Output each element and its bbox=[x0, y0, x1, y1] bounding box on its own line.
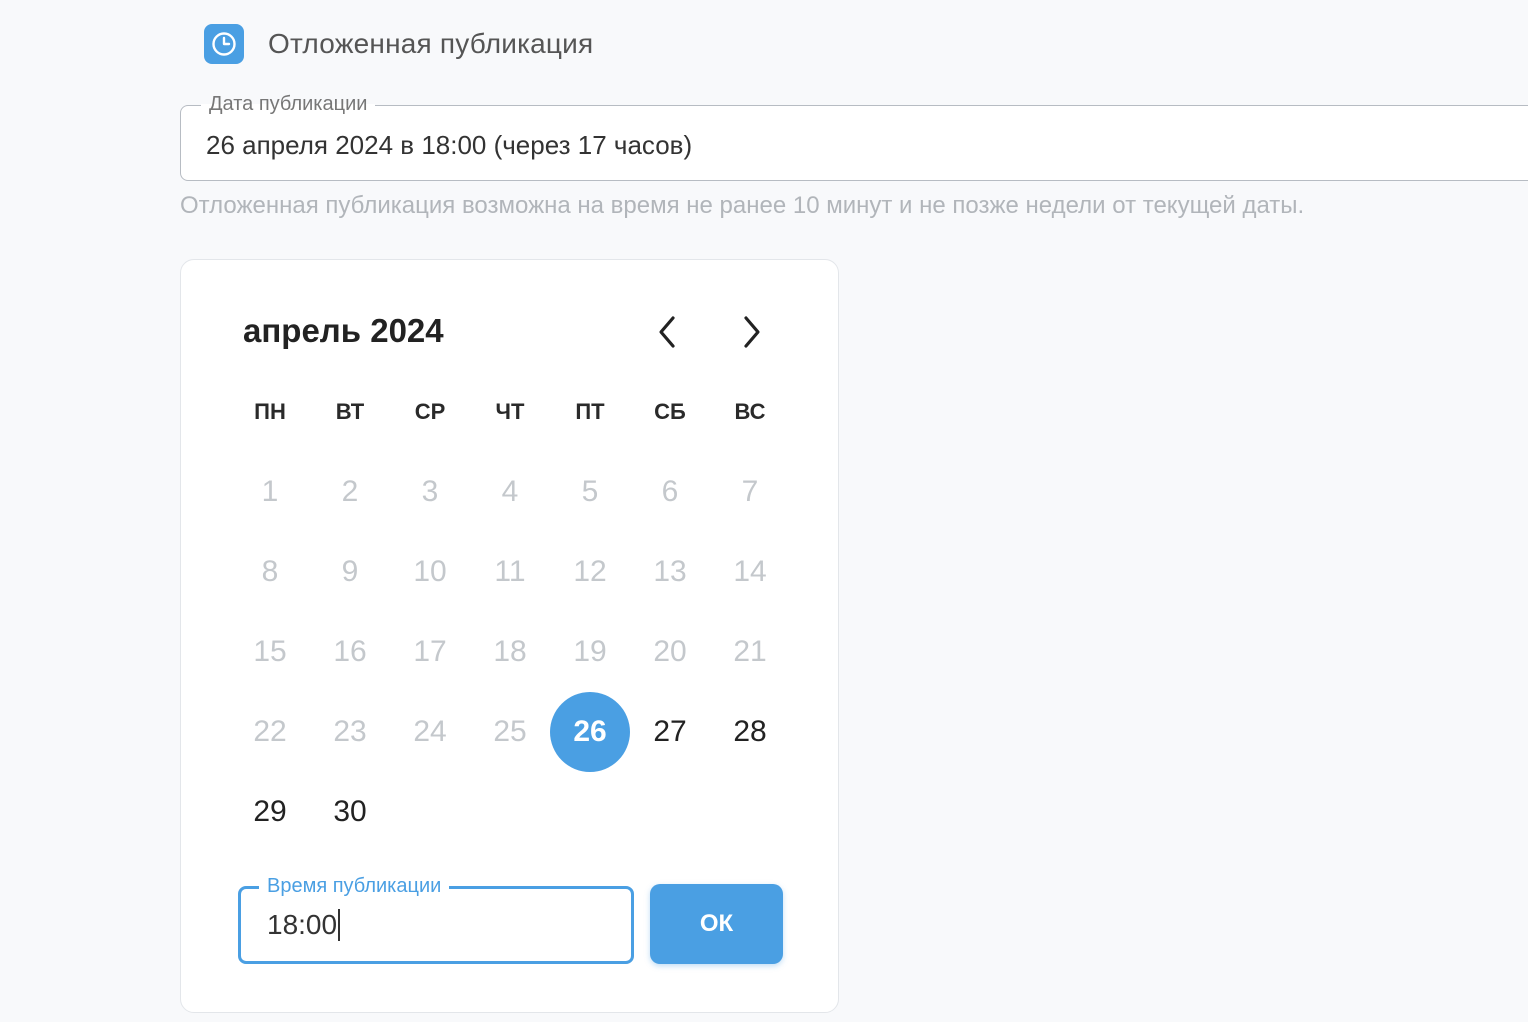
calendar-day-number: 23 bbox=[333, 715, 367, 748]
calendar-day-number: 22 bbox=[253, 715, 287, 748]
calendar-day: 15 bbox=[230, 612, 310, 692]
calendar-day-number: 7 bbox=[741, 475, 759, 508]
calendar-day-number: 20 bbox=[653, 635, 687, 668]
calendar-day-number: 6 bbox=[661, 475, 679, 508]
weekday-label: ВС bbox=[734, 399, 766, 424]
calendar-day-number: 11 bbox=[494, 555, 526, 588]
time-field[interactable]: Время публикации 18:00 bbox=[238, 873, 634, 964]
chevron-left-icon bbox=[659, 316, 675, 348]
calendar-day: 13 bbox=[630, 532, 710, 612]
calendar-day: 17 bbox=[390, 612, 470, 692]
calendar-day: 19 bbox=[550, 612, 630, 692]
calendar-day-number: 16 bbox=[333, 635, 367, 668]
calendar-day-number: 10 bbox=[413, 555, 447, 588]
weekday-label: СР bbox=[414, 399, 446, 424]
calendar-day: 8 bbox=[230, 532, 310, 612]
calendar-day-number: 18 bbox=[493, 635, 527, 668]
next-month-button[interactable] bbox=[732, 312, 772, 352]
text-cursor bbox=[338, 909, 341, 941]
time-field-value-wrap: 18:00 bbox=[267, 909, 341, 941]
weekday-label: ПТ bbox=[575, 399, 605, 424]
calendar-day: 21 bbox=[710, 612, 790, 692]
calendar-day: 18 bbox=[470, 612, 550, 692]
calendar-day-number: 27 bbox=[653, 715, 687, 748]
calendar-day: 4 bbox=[470, 452, 550, 532]
calendar-day[interactable]: 29 bbox=[230, 772, 310, 852]
calendar-day-number: 1 bbox=[261, 475, 279, 508]
calendar-day-number: 14 bbox=[733, 555, 767, 588]
date-field-value: 26 апреля 2024 в 18:00 (через 17 часов) bbox=[206, 130, 693, 160]
date-field-label: Дата публикации bbox=[201, 92, 376, 116]
calendar-day: 23 bbox=[310, 692, 390, 772]
calendar-day-number: 3 bbox=[421, 475, 439, 508]
calendar-day-number: 25 bbox=[493, 715, 527, 748]
calendar-day: 7 bbox=[710, 452, 790, 532]
calendar-day-number: 24 bbox=[413, 715, 447, 748]
weekday-header-row: ПН ВТ СР ЧТ ПТ СБ ВС bbox=[230, 394, 790, 430]
weekday-label: ПН bbox=[254, 399, 286, 424]
weekday-label: СБ bbox=[654, 399, 686, 424]
calendar-day: 25 bbox=[470, 692, 550, 772]
calendar-day: 20 bbox=[630, 612, 710, 692]
calendar-day[interactable]: 27 bbox=[630, 692, 710, 772]
calendar-day: 3 bbox=[390, 452, 470, 532]
calendar-day-number: 28 bbox=[733, 715, 767, 748]
calendar-day-number: 13 bbox=[653, 555, 687, 588]
calendar-day-number: 5 bbox=[581, 475, 599, 508]
calendar-day: 2 bbox=[310, 452, 390, 532]
date-helper-text: Отложенная публикация возможна на время … bbox=[180, 192, 1305, 219]
calendar-day: 6 bbox=[630, 452, 710, 532]
calendar-month-title: апрель 2024 bbox=[243, 312, 444, 349]
calendar-day: 5 bbox=[550, 452, 630, 532]
calendar-day-number: 26 bbox=[573, 715, 607, 748]
calendar-day-number: 30 bbox=[333, 795, 367, 828]
ok-button[interactable]: ОК bbox=[650, 884, 783, 964]
calendar-day-grid: 1 2 3 4 5 6 7 8 9 10 11 12 13 14 15 16 17 18 19 20 21 22 23 24 2… bbox=[230, 452, 790, 852]
header: Отложенная публикация bbox=[204, 24, 593, 64]
calendar-day: 1 bbox=[230, 452, 310, 532]
time-field-value: 18:00 bbox=[267, 909, 338, 940]
calendar-day: 9 bbox=[310, 532, 390, 612]
calendar-day: 16 bbox=[310, 612, 390, 692]
calendar-day: 12 bbox=[550, 532, 630, 612]
calendar-day-number: 21 bbox=[733, 635, 767, 668]
calendar-day[interactable]: 28 bbox=[710, 692, 790, 772]
calendar-day: 11 bbox=[470, 532, 550, 612]
weekday-label: ЧТ bbox=[495, 399, 525, 424]
chevron-right-icon bbox=[744, 316, 760, 348]
page: Отложенная публикация Дата публикации 26… bbox=[0, 0, 1528, 1022]
calendar-day: 10 bbox=[390, 532, 470, 612]
clock-icon bbox=[204, 24, 244, 64]
calendar-day: 24 bbox=[390, 692, 470, 772]
calendar-day-number: 19 bbox=[573, 635, 607, 668]
calendar-day-number: 9 bbox=[341, 555, 359, 588]
calendar-day: 14 bbox=[710, 532, 790, 612]
calendar-day-number: 8 bbox=[261, 555, 279, 588]
previous-month-button[interactable] bbox=[647, 312, 687, 352]
calendar-day-number: 29 bbox=[253, 795, 287, 828]
calendar-day: 22 bbox=[230, 692, 310, 772]
calendar-day-number: 12 bbox=[573, 555, 607, 588]
calendar-day[interactable]: 30 bbox=[310, 772, 390, 852]
weekday-label: ВТ bbox=[335, 399, 365, 424]
date-field[interactable]: Дата публикации 26 апреля 2024 в 18:00 (… bbox=[180, 92, 1528, 181]
calendar-day-number: 17 bbox=[413, 635, 447, 668]
time-field-label: Время публикации bbox=[259, 873, 450, 899]
calendar-day-number: 4 bbox=[501, 475, 519, 508]
calendar-popup: апрель 2024 ПН ВТ СР ЧТ ПТ СБ ВС 1 2 3 4 5 6 7 8 9 10 11… bbox=[180, 259, 839, 1013]
calendar-day-number: 15 bbox=[253, 635, 287, 668]
calendar-day-selected[interactable]: 26 bbox=[550, 692, 630, 772]
page-title: Отложенная публикация bbox=[268, 28, 594, 59]
calendar-day-number: 2 bbox=[341, 475, 359, 508]
